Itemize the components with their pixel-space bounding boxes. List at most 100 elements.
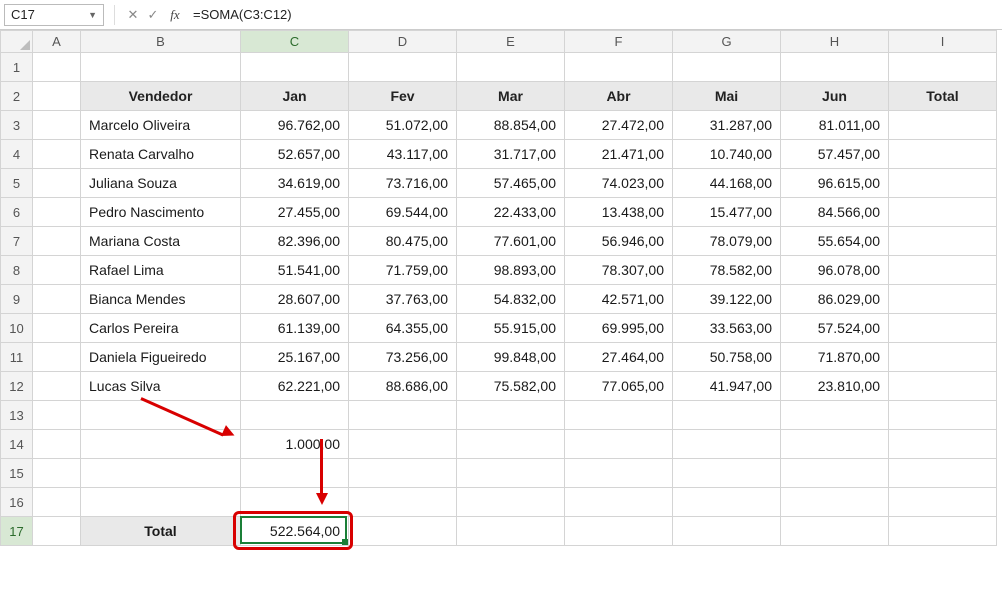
cell-value[interactable]: 62.221,00	[241, 372, 348, 400]
cell-value[interactable]: 77.601,00	[457, 227, 564, 255]
header-mai[interactable]: Mai	[673, 82, 780, 110]
cell-name[interactable]: Rafael Lima	[81, 256, 240, 284]
cell-value[interactable]: 31.717,00	[457, 140, 564, 168]
cell-value[interactable]: 96.615,00	[781, 169, 888, 197]
cancel-icon[interactable]: ✕	[125, 7, 141, 23]
col-G[interactable]: G	[673, 31, 781, 53]
cell-value[interactable]: 21.471,00	[565, 140, 672, 168]
rowhead-4[interactable]: 4	[1, 140, 33, 169]
rowhead-14[interactable]: 14	[1, 430, 33, 459]
cell-value[interactable]: 88.686,00	[349, 372, 456, 400]
cell-value[interactable]: 99.848,00	[457, 343, 564, 371]
cell-value[interactable]: 75.582,00	[457, 372, 564, 400]
cell-C17[interactable]: 522.564,00	[241, 517, 348, 545]
header-total[interactable]: Total	[889, 82, 996, 110]
rowhead-5[interactable]: 5	[1, 169, 33, 198]
rowhead-13[interactable]: 13	[1, 401, 33, 430]
col-C[interactable]: C	[241, 31, 349, 53]
cell-value[interactable]: 81.011,00	[781, 111, 888, 139]
col-I[interactable]: I	[889, 31, 997, 53]
col-F[interactable]: F	[565, 31, 673, 53]
cell-value[interactable]: 54.832,00	[457, 285, 564, 313]
rowhead-3[interactable]: 3	[1, 111, 33, 140]
cell-value[interactable]: 57.457,00	[781, 140, 888, 168]
cell-value[interactable]: 96.078,00	[781, 256, 888, 284]
rowhead-17[interactable]: 17	[1, 517, 33, 546]
cell-name[interactable]: Renata Carvalho	[81, 140, 240, 168]
header-jun[interactable]: Jun	[781, 82, 888, 110]
header-vendedor[interactable]: Vendedor	[81, 82, 240, 110]
cell-value[interactable]: 78.079,00	[673, 227, 780, 255]
rowhead-2[interactable]: 2	[1, 82, 33, 111]
cell-value[interactable]: 50.758,00	[673, 343, 780, 371]
col-B[interactable]: B	[81, 31, 241, 53]
cell-value[interactable]: 96.762,00	[241, 111, 348, 139]
header-abr[interactable]: Abr	[565, 82, 672, 110]
cell-value[interactable]: 51.072,00	[349, 111, 456, 139]
col-E[interactable]: E	[457, 31, 565, 53]
cell-value[interactable]: 28.607,00	[241, 285, 348, 313]
rowhead-12[interactable]: 12	[1, 372, 33, 401]
cell-value[interactable]: 34.619,00	[241, 169, 348, 197]
cell-name[interactable]: Carlos Pereira	[81, 314, 240, 342]
fx-icon[interactable]: fx	[167, 7, 183, 23]
cell-name[interactable]: Marcelo Oliveira	[81, 111, 240, 139]
cell-value[interactable]: 88.854,00	[457, 111, 564, 139]
chevron-down-icon[interactable]: ▼	[88, 5, 97, 25]
cell-value[interactable]: 71.759,00	[349, 256, 456, 284]
cell-value[interactable]: 71.870,00	[781, 343, 888, 371]
cell-name[interactable]: Daniela Figueiredo	[81, 343, 240, 371]
rowhead-11[interactable]: 11	[1, 343, 33, 372]
cell-value[interactable]: 39.122,00	[673, 285, 780, 313]
rowhead-9[interactable]: 9	[1, 285, 33, 314]
rowhead-10[interactable]: 10	[1, 314, 33, 343]
col-D[interactable]: D	[349, 31, 457, 53]
col-H[interactable]: H	[781, 31, 889, 53]
name-box[interactable]: C17 ▼	[4, 4, 104, 26]
cell-C14[interactable]: 1.000,00	[241, 430, 348, 458]
rowhead-7[interactable]: 7	[1, 227, 33, 256]
cell-value[interactable]: 73.256,00	[349, 343, 456, 371]
cell-value[interactable]: 77.065,00	[565, 372, 672, 400]
cell-value[interactable]: 80.475,00	[349, 227, 456, 255]
cell-value[interactable]: 74.023,00	[565, 169, 672, 197]
cell-value[interactable]: 64.355,00	[349, 314, 456, 342]
spreadsheet-grid[interactable]: A B C D E F G H I 1 2 Vendedor Jan Fev M…	[0, 30, 997, 546]
cell-value[interactable]: 56.946,00	[565, 227, 672, 255]
cell-value[interactable]: 52.657,00	[241, 140, 348, 168]
cell-value[interactable]: 41.947,00	[673, 372, 780, 400]
cell-value[interactable]: 23.810,00	[781, 372, 888, 400]
col-A[interactable]: A	[33, 31, 81, 53]
cell-value[interactable]: 69.544,00	[349, 198, 456, 226]
total-label[interactable]: Total	[81, 517, 240, 545]
cell-value[interactable]: 82.396,00	[241, 227, 348, 255]
header-jan[interactable]: Jan	[241, 82, 348, 110]
rowhead-6[interactable]: 6	[1, 198, 33, 227]
cell-value[interactable]: 51.541,00	[241, 256, 348, 284]
cell-value[interactable]: 55.654,00	[781, 227, 888, 255]
rowhead-15[interactable]: 15	[1, 459, 33, 488]
cell-name[interactable]: Pedro Nascimento	[81, 198, 240, 226]
cell-value[interactable]: 78.307,00	[565, 256, 672, 284]
cell-value[interactable]: 27.464,00	[565, 343, 672, 371]
cell-value[interactable]: 25.167,00	[241, 343, 348, 371]
cell-value[interactable]: 86.029,00	[781, 285, 888, 313]
select-all-corner[interactable]	[1, 31, 33, 53]
rowhead-16[interactable]: 16	[1, 488, 33, 517]
cell-value[interactable]: 33.563,00	[673, 314, 780, 342]
cell-name[interactable]: Juliana Souza	[81, 169, 240, 197]
cell-value[interactable]: 69.995,00	[565, 314, 672, 342]
cell-value[interactable]: 57.524,00	[781, 314, 888, 342]
cell-value[interactable]: 15.477,00	[673, 198, 780, 226]
cell-value[interactable]: 98.893,00	[457, 256, 564, 284]
rowhead-1[interactable]: 1	[1, 53, 33, 82]
cell-value[interactable]: 55.915,00	[457, 314, 564, 342]
rowhead-8[interactable]: 8	[1, 256, 33, 285]
header-fev[interactable]: Fev	[349, 82, 456, 110]
cell-name[interactable]: Mariana Costa	[81, 227, 240, 255]
cell-value[interactable]: 31.287,00	[673, 111, 780, 139]
cell-value[interactable]: 78.582,00	[673, 256, 780, 284]
cell-value[interactable]: 43.117,00	[349, 140, 456, 168]
cell-value[interactable]: 42.571,00	[565, 285, 672, 313]
cell-value[interactable]: 84.566,00	[781, 198, 888, 226]
